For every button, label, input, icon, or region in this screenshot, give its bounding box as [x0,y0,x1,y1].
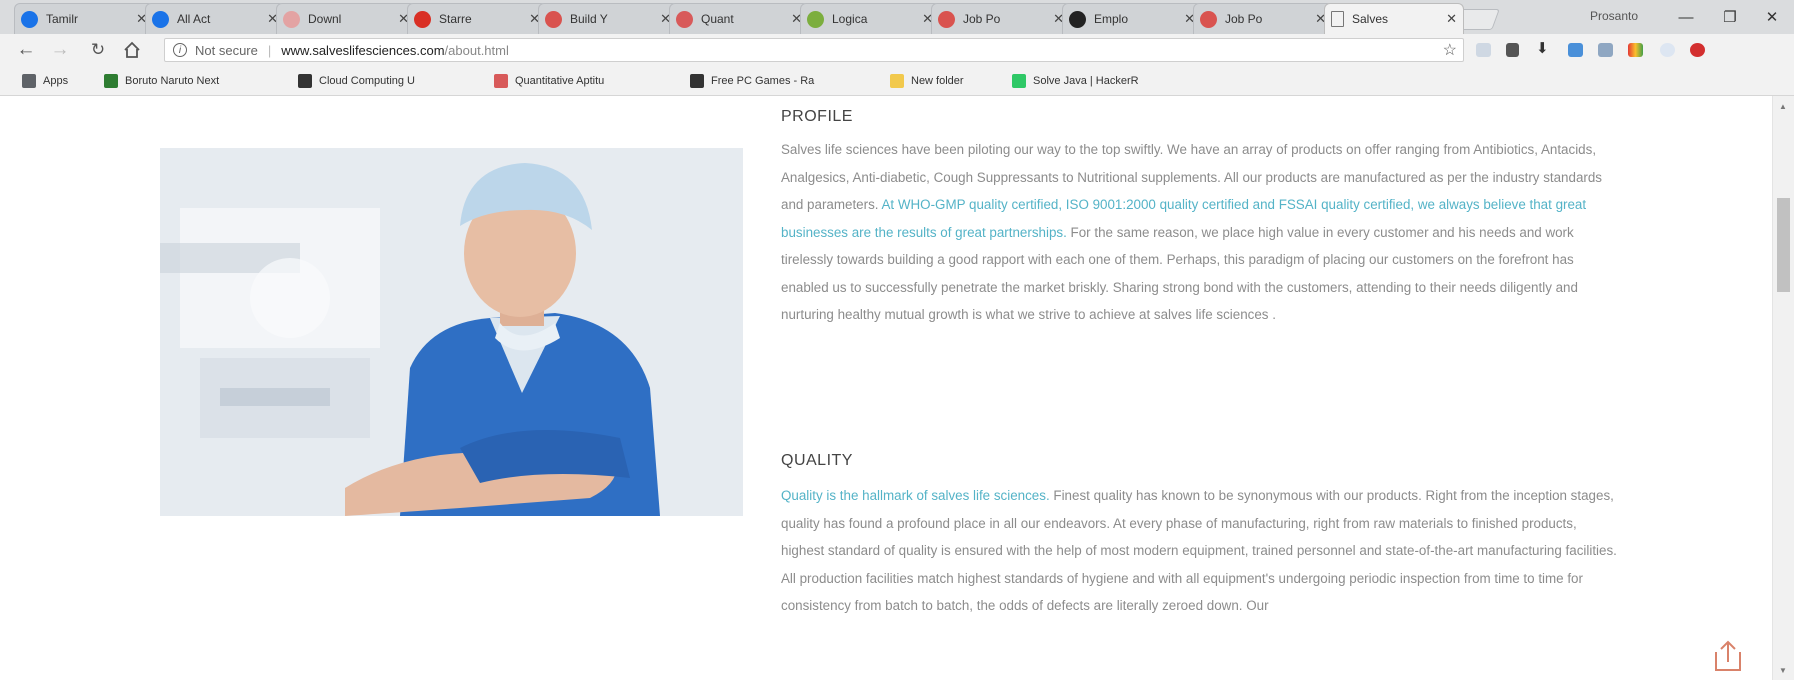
extension-icon[interactable] [1598,43,1613,57]
bookmark-item[interactable]: Boruto Naruto Next [104,72,219,90]
bookmark-label: New folder [911,75,964,87]
tab-logica[interactable]: Logica ✕ [800,3,940,34]
security-label: Not secure [195,42,258,58]
download-icon [283,10,300,28]
tab-build-y[interactable]: Build Y ✕ [538,3,678,34]
tab-close-icon[interactable]: ✕ [1446,11,1457,27]
home-icon[interactable] [120,39,144,61]
hackerrank-icon [1012,74,1026,88]
tab-title: Job Po [1225,12,1263,26]
tab-title: All Act [177,12,211,26]
page-content: PROFILE Salves life sciences have been p… [0,96,1772,680]
minimize-button[interactable]: — [1664,4,1708,30]
extension-icon[interactable] [1506,43,1519,57]
site-logo-icon [545,10,562,28]
close-window-button[interactable]: ✕ [1750,4,1794,30]
scroll-up-arrow-icon[interactable]: ▲ [1779,102,1787,111]
shield-icon [104,74,118,88]
bookmark-item[interactable]: New folder [890,72,964,90]
quality-text: Finest quality has known to be synonymou… [781,488,1617,613]
tab-title: Quant [701,12,734,26]
tab-title: Logica [832,12,868,26]
bookmark-label: Solve Java | HackerR [1033,75,1139,87]
tab-job-po[interactable]: Job Po ✕ [931,3,1071,34]
extension-icon[interactable] [1660,43,1675,57]
maximize-button[interactable]: ❐ [1708,4,1752,30]
tab-title: Tamilr [46,12,78,26]
info-icon[interactable]: i [173,43,187,57]
tab-emplo[interactable]: Emplo ✕ [1062,3,1202,34]
forward-arrow-icon[interactable]: → [48,39,72,61]
tab-strip: Tamilr ✕ All Act ✕ Downl ✕ Starre ✕ Build Y ✕ Quan… [0,0,1794,34]
book-icon [298,74,312,88]
chrome-circle-icon [152,10,169,28]
bookmark-item[interactable]: Free PC Games - Ra [690,72,814,90]
bookmark-label: Free PC Games - Ra [711,75,815,87]
profile-heading: PROFILE [781,108,853,125]
tab-title: Emplo [1094,12,1129,26]
bookmark-label: Cloud Computing U [319,75,415,87]
tab-title: Job Po [963,12,1001,26]
reload-icon[interactable]: ↻ [86,39,110,61]
quality-heading: QUALITY [781,452,853,469]
tab-job-po[interactable]: Job Po ✕ [1193,3,1333,34]
bookmark-item[interactable]: Cloud Computing U [298,72,415,90]
tab-title: Build Y [570,12,608,26]
tab-title: Downl [308,12,342,26]
url-path: /about.html [444,42,509,58]
profile-name[interactable]: Prosanto [1590,9,1638,23]
tab-salves[interactable]: Salves ✕ [1324,3,1464,34]
extension-icon[interactable] [1476,43,1491,57]
site-logo-icon [938,10,955,28]
apps-grid-icon [22,74,36,88]
address-bar[interactable]: i Not secure | www.salveslifesciences.co… [164,38,1464,62]
page-scrollbar[interactable]: ▲ ▼ [1772,96,1794,680]
download-arrow-icon[interactable]: ⬇ [1536,39,1551,57]
tab-title: Starre [439,12,472,26]
chrome-circle-icon [21,10,38,28]
quality-paragraph: Quality is the hallmark of salves life s… [781,482,1621,620]
folder-icon [890,74,904,88]
tab-title: Salves [1352,12,1389,26]
scroll-down-arrow-icon[interactable]: ▼ [1779,666,1787,675]
bookmark-label: Quantitative Aptitu [515,75,605,87]
bookmark-item[interactable]: Apps [22,72,68,90]
tab-starre[interactable]: Starre ✕ [407,3,547,34]
doctor-hero-image [160,148,743,516]
back-arrow-icon[interactable]: ← [14,39,38,61]
bookmark-item[interactable]: Quantitative Aptitu [494,72,604,90]
page-icon [1331,11,1344,27]
quant-icon [676,10,693,28]
quality-highlight: Quality is the hallmark of salves life s… [781,488,1050,503]
gamepad-icon [690,74,704,88]
gmail-icon [414,10,431,28]
bookmarks-bar: Apps Boruto Naruto Next Cloud Computing U Q… [0,66,1794,96]
url-host: www.salveslifesciences.com [281,42,445,58]
doctor-illustration [160,148,743,516]
tab-quant[interactable]: Quant ✕ [669,3,809,34]
browser-toolbar: ← → ↻ i Not secure | www.salveslifescien… [0,34,1794,66]
tab-all-act[interactable]: All Act ✕ [145,3,285,34]
tab-downl[interactable]: Downl ✕ [276,3,416,34]
bookmark-label: Boruto Naruto Next [125,75,220,87]
bookmark-item[interactable]: Solve Java | HackerR [1012,72,1139,90]
github-icon [1069,10,1086,28]
share-icon[interactable] [1708,640,1748,674]
profile-paragraph: Salves life sciences have been piloting … [781,136,1621,329]
extension-icon[interactable] [1690,43,1705,57]
separator: | [267,42,272,58]
bookmark-star-icon[interactable]: ☆ [1443,40,1457,60]
site-logo-icon [1200,10,1217,28]
bookmark-label: Apps [43,75,69,87]
leaf-icon [807,10,824,28]
quant-icon [494,74,508,88]
tab-tamilr[interactable]: Tamilr ✕ [14,3,154,34]
extension-icon[interactable] [1628,43,1643,57]
scroll-thumb[interactable] [1777,198,1790,292]
extension-icon[interactable] [1568,43,1583,57]
